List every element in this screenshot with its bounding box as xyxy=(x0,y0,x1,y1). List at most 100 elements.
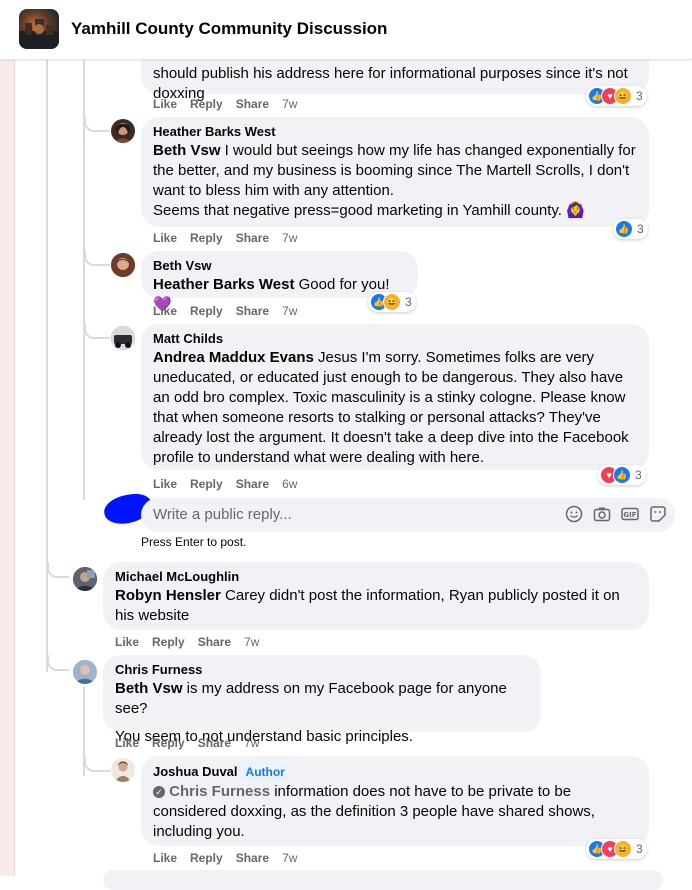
emoji-icon[interactable] xyxy=(565,505,583,523)
like-button[interactable]: Like xyxy=(153,231,177,245)
share-button[interactable]: Share xyxy=(236,231,269,245)
comment-actions: Like Reply Share 7w xyxy=(153,304,310,318)
comment-bubble: Chris Furness Beth Vsw is my address on … xyxy=(103,655,541,745)
comment-author[interactable]: Matt Childs xyxy=(153,331,637,347)
timestamp[interactable]: 7w xyxy=(282,304,297,318)
mention-link[interactable]: Heather Barks West xyxy=(153,276,294,293)
reaction-count: 3 xyxy=(405,295,412,309)
share-button[interactable]: Share xyxy=(236,477,269,491)
comment-author[interactable]: Chris Furness xyxy=(115,662,529,678)
thread-line xyxy=(47,655,69,671)
avatar[interactable] xyxy=(111,758,135,782)
comment-actions: Like Reply Share 7w xyxy=(153,851,310,865)
like-reaction-icon: 👍 xyxy=(613,466,631,484)
mention-link[interactable]: Robyn Hensler xyxy=(115,587,221,604)
haha-reaction-icon: 😆 xyxy=(614,840,632,858)
timestamp[interactable]: 7w xyxy=(282,231,297,245)
thread-line xyxy=(46,60,48,672)
thread-line xyxy=(84,323,110,339)
share-button[interactable]: Share xyxy=(236,304,269,318)
reaction-count: 3 xyxy=(637,222,644,236)
group-header: Yamhill County Community Discussion xyxy=(0,0,692,60)
avatar[interactable] xyxy=(111,253,135,277)
comment-bubble: Beth Vsw Heather Barks West Good for you… xyxy=(141,251,418,313)
haha-reaction-icon: 😆 xyxy=(383,293,401,311)
like-button[interactable]: Like xyxy=(115,736,139,750)
thread-line xyxy=(84,250,110,266)
timestamp[interactable]: 7w xyxy=(282,851,297,865)
comment-author[interactable]: Beth Vsw xyxy=(153,258,406,274)
mention-link[interactable]: Chris Furness xyxy=(169,783,270,800)
comment-text: I would but seeings how my life has chan… xyxy=(153,142,636,199)
gif-icon[interactable]: GIF xyxy=(621,505,639,523)
comment-text: Seems that negative press=good marketing… xyxy=(153,202,585,219)
avatar[interactable] xyxy=(73,660,97,684)
author-badge: Author xyxy=(241,763,289,781)
comment-bubble: Michael McLoughlin Robyn Hensler Carey d… xyxy=(103,562,649,630)
like-button[interactable]: Like xyxy=(115,635,139,649)
mention-link[interactable]: Andrea Maddux Evans xyxy=(153,349,314,366)
reply-button[interactable]: Reply xyxy=(190,477,223,491)
verified-check-icon: ✓ xyxy=(153,786,165,798)
comment-bubble: Joshua Duval Author ✓ Chris Furness infor… xyxy=(141,756,649,846)
like-button[interactable]: Like xyxy=(153,851,177,865)
reply-input[interactable]: Write a public reply... GIF xyxy=(141,498,675,532)
comment-actions: Like Reply Share 7w xyxy=(153,231,310,245)
timestamp[interactable]: 7w xyxy=(244,736,259,750)
reply-placeholder: Write a public reply... xyxy=(153,506,292,523)
haha-reaction-icon: 😆 xyxy=(614,87,632,105)
thread-line xyxy=(84,116,110,132)
comment-bubble: Matt Childs Andrea Maddux Evans Jesus I'… xyxy=(141,324,649,470)
reaction-count: 3 xyxy=(636,89,643,103)
reaction-summary[interactable]: 👍 ♥ 😆 3 xyxy=(586,86,647,106)
reply-button[interactable]: Reply xyxy=(190,97,223,111)
avatar[interactable] xyxy=(111,119,135,143)
comment-actions: Like Reply Share 7w xyxy=(153,97,310,111)
avatar[interactable] xyxy=(73,567,97,591)
comment-text: Jesus I'm sorry. Sometimes folks are ver… xyxy=(153,349,629,466)
reaction-summary[interactable]: 👍 3 xyxy=(613,219,648,239)
group-avatar[interactable] xyxy=(19,9,59,49)
mention-link[interactable]: Beth Vsw xyxy=(115,680,183,697)
timestamp[interactable]: 6w xyxy=(282,477,297,491)
reply-button[interactable]: Reply xyxy=(152,736,185,750)
timestamp[interactable]: 7w xyxy=(244,635,259,649)
share-button[interactable]: Share xyxy=(198,736,231,750)
like-reaction-icon: 👍 xyxy=(615,220,633,238)
comment-actions: Like Reply Share 6w xyxy=(153,477,310,491)
group-title[interactable]: Yamhill County Community Discussion xyxy=(71,19,387,39)
svg-text:GIF: GIF xyxy=(623,511,636,519)
share-button[interactable]: Share xyxy=(236,97,269,111)
timestamp[interactable]: 7w xyxy=(282,97,297,111)
like-button[interactable]: Like xyxy=(153,304,177,318)
reply-button[interactable]: Reply xyxy=(190,851,223,865)
comment-author[interactable]: Heather Barks West xyxy=(153,124,637,140)
reply-button[interactable]: Reply xyxy=(190,231,223,245)
reaction-summary[interactable]: 👍 ♥ 😆 3 xyxy=(586,839,647,859)
like-button[interactable]: Like xyxy=(153,97,177,111)
thread-line xyxy=(47,562,69,578)
comment-author[interactable]: Joshua Duval xyxy=(153,764,238,779)
thread-line xyxy=(84,756,110,772)
share-button[interactable]: Share xyxy=(236,851,269,865)
comment-actions: Like Reply Share 7w xyxy=(115,635,272,649)
comment-bubble: Heather Barks West Beth Vsw I would but … xyxy=(141,117,649,227)
comment-author-row: Joshua Duval Author xyxy=(153,763,637,781)
reply-button[interactable]: Reply xyxy=(152,635,185,649)
comment-author[interactable]: Michael McLoughlin xyxy=(115,569,637,585)
share-button[interactable]: Share xyxy=(198,635,231,649)
mention-link[interactable]: Beth Vsw xyxy=(153,142,221,159)
reply-hint: Press Enter to post. xyxy=(141,535,247,549)
reaction-count: 3 xyxy=(636,842,643,856)
reaction-count: 3 xyxy=(635,468,642,482)
camera-icon[interactable] xyxy=(593,505,611,523)
reaction-summary[interactable]: ♥ 👍 3 xyxy=(598,465,646,485)
like-button[interactable]: Like xyxy=(153,477,177,491)
comment-bubble xyxy=(103,870,663,890)
reaction-summary[interactable]: 👍 😆 3 xyxy=(368,292,416,312)
reply-toolbar: GIF xyxy=(565,505,667,523)
reply-button[interactable]: Reply xyxy=(190,304,223,318)
left-edge-bar xyxy=(0,0,15,876)
avatar[interactable] xyxy=(111,326,135,350)
sticker-icon[interactable] xyxy=(649,505,667,523)
